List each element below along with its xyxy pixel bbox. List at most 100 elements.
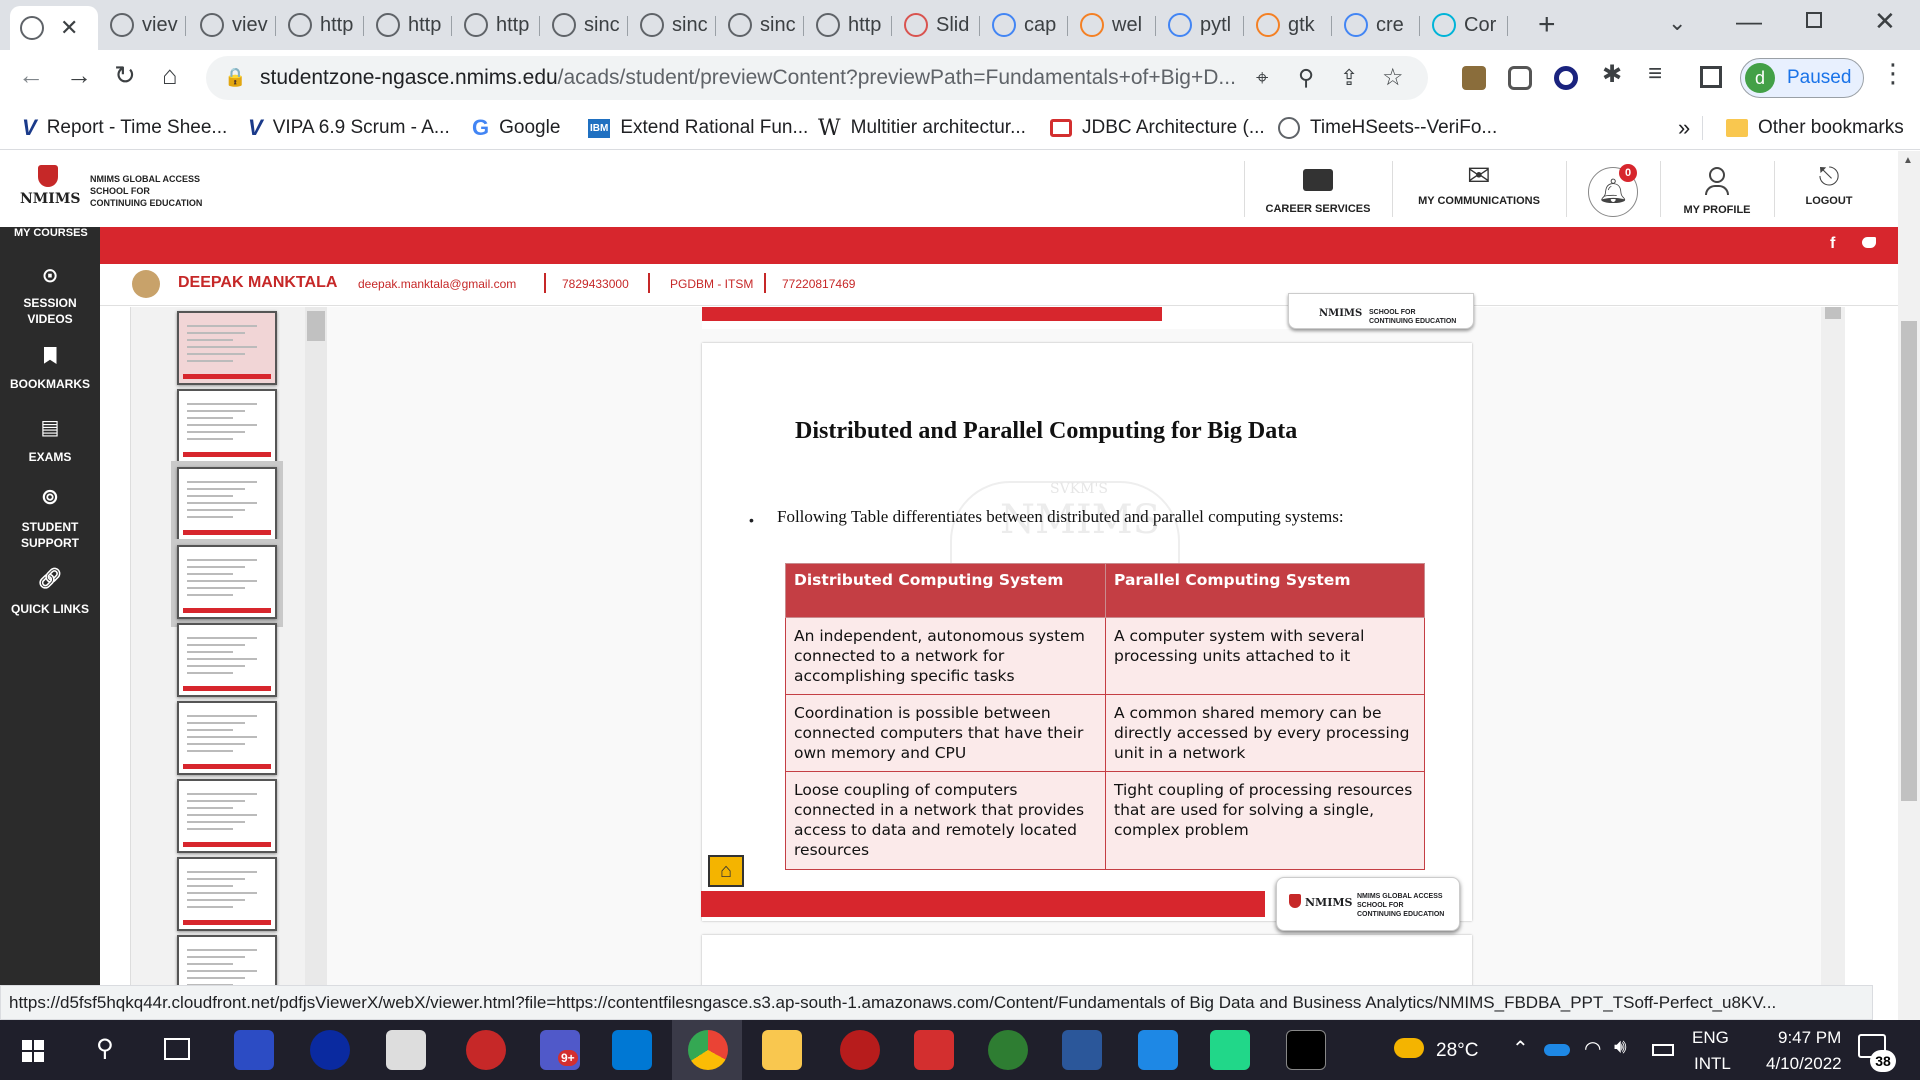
notifications-button[interactable]: 🔔︎ 0 [1588,164,1638,217]
photos-icon[interactable] [1138,1030,1178,1070]
clock-date[interactable]: 4/10/2022 [1766,1054,1842,1074]
pycharm-icon[interactable] [1210,1030,1250,1070]
thumbnail-scroll-thumb[interactable] [307,311,325,341]
more-bookmarks-button[interactable]: » [1678,114,1690,142]
side-panel-icon[interactable] [1700,66,1722,88]
profile-button[interactable]: d Paused [1740,58,1864,98]
viewer-scrollbar[interactable] [1821,307,1845,985]
home-icon[interactable]: ⌂ [162,60,178,91]
twitter-icon[interactable] [1862,237,1876,248]
bookmarks-link[interactable]: BOOKMARKS [0,347,100,392]
tab-active[interactable]: ✕ [10,6,98,50]
app-icon-1[interactable] [234,1030,274,1070]
address-bar[interactable]: 🔒 studentzone-ngasce.nmims.edu/acads/stu… [206,56,1428,100]
app-icon-3[interactable] [386,1030,426,1070]
page-thumbnail[interactable] [177,311,277,385]
word-icon[interactable] [1062,1030,1102,1070]
page-thumbnail[interactable] [177,545,277,619]
terminal-icon[interactable] [1286,1030,1326,1070]
teams-icon[interactable]: 9+ [540,1030,580,1070]
new-tab-button[interactable]: + [1538,8,1556,42]
app-icon-4[interactable] [466,1030,506,1070]
page-thumbnail[interactable] [177,623,277,697]
bookmark-item[interactable]: TimeHSeets--VeriFo... [1278,114,1497,142]
zoom-icon[interactable]: ⚲ [1298,65,1314,91]
browser-tab[interactable]: sinc [718,8,804,42]
other-bookmarks[interactable]: Other bookmarks [1726,114,1904,142]
page-thumbnail[interactable] [177,779,277,853]
bookmark-item[interactable]: V VIPA 6.9 Scrum - A... [248,114,450,142]
bookmark-item[interactable]: V Report - Time Shee... [22,114,227,142]
close-window-button[interactable]: ✕ [1874,6,1896,37]
app-icon-6[interactable] [988,1030,1028,1070]
browser-tab[interactable]: http [806,8,892,42]
search-icon[interactable]: ⚲ [96,1034,114,1063]
session-videos-link[interactable]: ⊙ SESSION VIDEOS [0,263,100,327]
clock-time[interactable]: 9:47 PM [1778,1028,1841,1048]
career-services-link[interactable]: CAREER SERVICES [1246,161,1390,221]
share-icon[interactable]: ⇪ [1340,65,1358,91]
tab-search-icon[interactable]: ⌄ [1668,10,1686,36]
weather-text[interactable]: 28°C [1436,1040,1478,1062]
exams-link[interactable]: ▤ EXAMS [0,417,100,465]
onedrive-icon[interactable] [1544,1044,1570,1056]
extension-icon-2[interactable] [1508,66,1532,90]
language-bottom[interactable]: INTL [1694,1054,1731,1074]
battery-icon[interactable] [1652,1044,1674,1056]
browser-tab[interactable]: sinc [630,8,716,42]
menu-icon[interactable]: ⋮ [1880,58,1906,89]
browser-tab[interactable]: wel [1070,8,1156,42]
weather-icon[interactable] [1394,1038,1424,1058]
forward-icon[interactable]: → [66,60,92,91]
chrome-icon[interactable] [688,1030,728,1070]
task-view-icon[interactable] [164,1038,190,1060]
browser-tab[interactable]: pytl [1158,8,1244,42]
page-thumbnail[interactable] [177,701,277,775]
file-explorer-icon[interactable] [762,1030,802,1070]
facebook-icon[interactable]: f [1830,235,1835,253]
acrobat-icon[interactable] [914,1030,954,1070]
language-top[interactable]: ENG [1692,1028,1729,1048]
browser-tab[interactable]: http [454,8,540,42]
page-scrollbar[interactable]: ▲ [1898,151,1920,1020]
thumbnail-scrollbar[interactable] [305,307,327,985]
nmims-logo[interactable]: NMIMS [20,165,80,217]
reload-icon[interactable]: ↻ [114,60,136,91]
bookmark-item[interactable]: G Google [472,114,560,142]
app-icon-5[interactable] [840,1030,880,1070]
home-icon-button[interactable]: ⌂ [708,855,744,887]
restore-button[interactable] [1806,12,1822,28]
scroll-up-arrow[interactable]: ▲ [1903,155,1913,166]
app-icon-2[interactable] [310,1030,350,1070]
browser-tab[interactable]: cre [1334,8,1420,42]
browser-tab[interactable]: viev [190,8,276,42]
my-profile-link[interactable]: MY PROFILE [1662,161,1772,221]
browser-tab[interactable]: viev [100,8,186,42]
browser-tab[interactable]: http [278,8,364,42]
browser-tab[interactable]: Cor [1422,8,1508,42]
my-courses-link[interactable]: MY COURSES [14,227,88,239]
quick-links-link[interactable]: 🔗︎ QUICK LINKS [0,567,100,617]
close-tab-icon[interactable]: ✕ [60,15,78,41]
star-icon[interactable]: ☆ [1382,63,1404,92]
location-icon[interactable]: ⌖ [1256,65,1268,91]
scroll-thumb[interactable] [1901,321,1917,801]
page-thumbnail[interactable] [177,389,277,463]
windows-start-icon[interactable] [22,1040,44,1062]
bookmark-item[interactable]: JDBC Architecture (... [1050,114,1265,142]
browser-tab[interactable]: gtk [1246,8,1332,42]
browser-tab[interactable]: sinc [542,8,628,42]
tray-chevron-icon[interactable]: ⌃ [1512,1036,1529,1061]
extension-icon-3[interactable] [1554,66,1578,90]
bookmark-item[interactable]: IBM Extend Rational Fun... [588,114,808,142]
logout-link[interactable]: ⎋ LOGOUT [1776,161,1882,221]
wifi-icon[interactable]: ◠ [1584,1036,1601,1061]
extension-icon-1[interactable] [1462,66,1486,90]
browser-tab[interactable]: Slid [894,8,980,42]
outlook-icon[interactable] [612,1030,652,1070]
reading-list-icon[interactable]: ≡ [1648,60,1662,88]
viewer-scroll-thumb[interactable] [1825,307,1841,319]
page-thumbnail[interactable] [177,935,277,985]
extensions-puzzle-icon[interactable]: ✱ [1602,60,1622,89]
my-communications-link[interactable]: ✉ MY COMMUNICATIONS [1394,161,1564,221]
